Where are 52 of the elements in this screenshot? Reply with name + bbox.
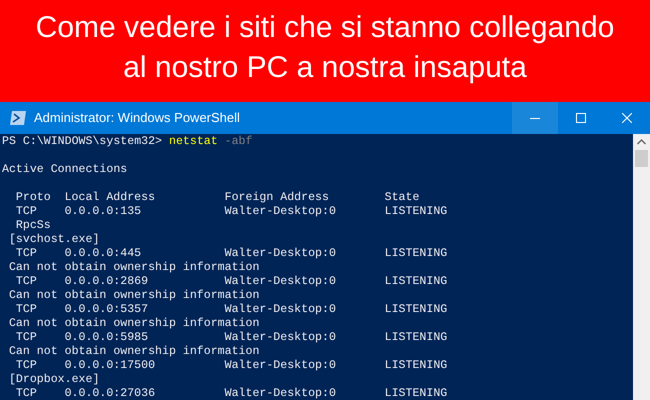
table-cell: Walter-Desktop:0	[224, 247, 336, 260]
table-cell: TCP	[16, 275, 37, 288]
table-cell: LISTENING	[384, 205, 448, 218]
table-cell: LISTENING	[384, 359, 448, 372]
owner-text: [Dropbox.exe]	[8, 373, 100, 387]
table-cell: LISTENING	[384, 387, 448, 400]
maximize-icon	[576, 113, 586, 123]
table-cell: Walter-Desktop:0	[224, 387, 336, 400]
table-cell: Walter-Desktop:0	[224, 331, 336, 344]
table-cell: TCP	[16, 331, 37, 344]
scroll-thumb[interactable]	[635, 150, 648, 167]
table-cell: TCP	[16, 359, 37, 372]
column-header: Local Address	[64, 191, 156, 204]
service-name: RpcSs	[16, 219, 51, 233]
window-title: Administrator: Windows PowerShell	[34, 109, 241, 128]
banner-title: Come vedere i siti che si stanno collegando	[36, 10, 614, 46]
console-heading: Active Connections	[2, 163, 128, 177]
table-cell: Walter-Desktop:0	[224, 303, 336, 316]
table-cell: TCP	[16, 205, 37, 218]
table-cell: 0.0.0.0:5985	[64, 331, 148, 344]
table-cell: Walter-Desktop:0	[224, 275, 336, 288]
scrollbar[interactable]	[633, 134, 650, 400]
command-text: netstat	[168, 135, 218, 149]
table-cell: LISTENING	[384, 275, 448, 288]
table-cell: TCP	[16, 387, 37, 400]
owner-text: Can not obtain ownership information	[8, 345, 260, 359]
table-cell: LISTENING	[384, 303, 448, 316]
table-cell: TCP	[16, 303, 37, 316]
close-icon	[622, 113, 632, 123]
table-cell: 0.0.0.0:135	[64, 205, 142, 218]
table-cell: LISTENING	[384, 247, 448, 260]
table-cell: 0.0.0.0:2869	[64, 275, 148, 288]
table-cell: Walter-Desktop:0	[224, 205, 336, 218]
owner-text: [svchost.exe]	[8, 233, 100, 247]
command-argument: -abf	[224, 135, 252, 149]
table-cell: TCP	[16, 247, 37, 260]
column-header: Proto	[16, 191, 51, 204]
powershell-icon	[10, 111, 26, 125]
owner-text: Can not obtain ownership information	[8, 261, 260, 275]
table-cell: 0.0.0.0:27036	[64, 387, 156, 400]
owner-text: Can not obtain ownership information	[8, 317, 260, 331]
table-cell: 0.0.0.0:5357	[64, 303, 148, 316]
table-cell: 0.0.0.0:17500	[64, 359, 156, 372]
owner-text: Can not obtain ownership information	[8, 289, 260, 303]
column-header: Foreign Address	[224, 191, 329, 204]
column-header: State	[384, 191, 420, 204]
table-cell: Walter-Desktop:0	[224, 359, 336, 372]
table-cell: 0.0.0.0:445	[64, 247, 142, 260]
table-cell: LISTENING	[384, 331, 448, 344]
scroll-up-icon[interactable]	[637, 139, 646, 145]
prompt-text: PS C:\WINDOWS\system32>	[2, 135, 162, 149]
banner-title: al nostro PC a nostra insaputa	[123, 50, 527, 86]
